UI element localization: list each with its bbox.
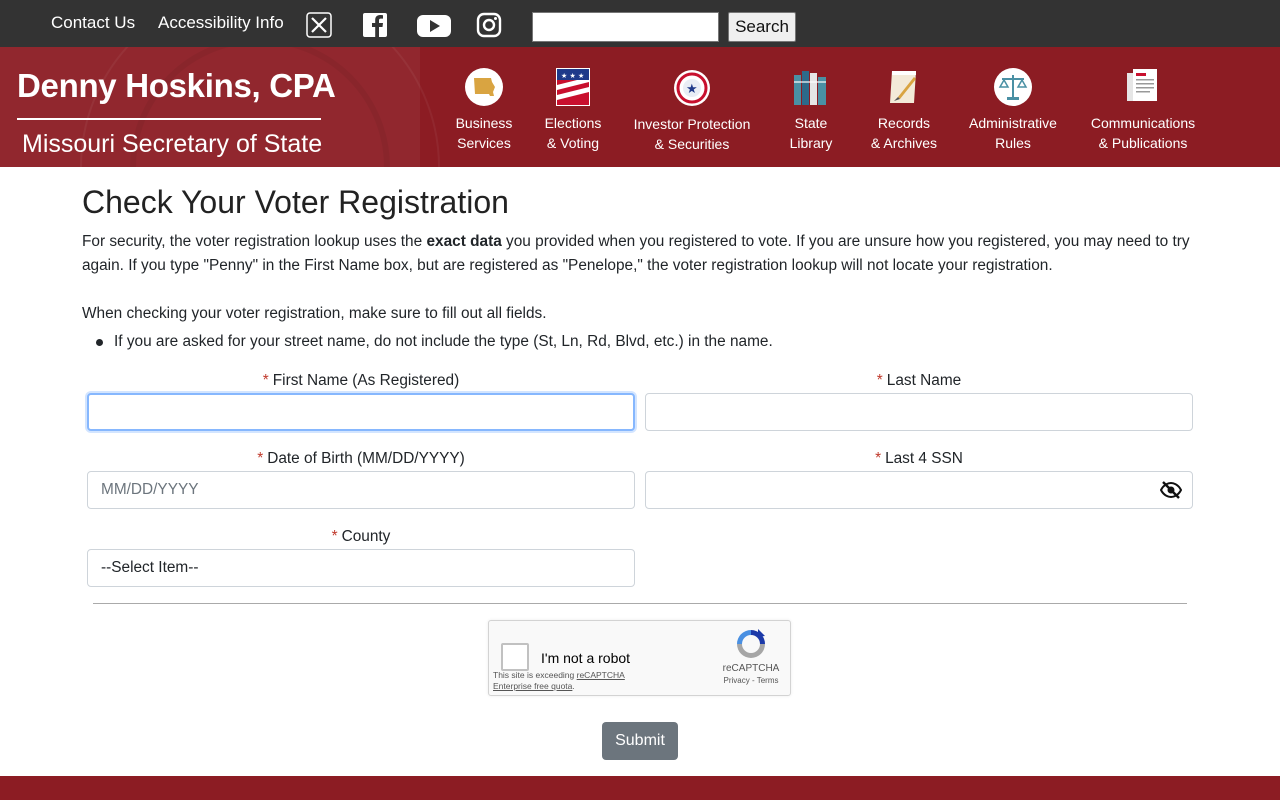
last-name-label: * Last Name [876,372,962,389]
submit-button[interactable]: Submit [602,722,678,760]
nav-state-library[interactable]: State Library [776,47,846,167]
bullet-dot [96,339,103,346]
flag-icon: ★ ★ ★ [556,68,590,106]
nav-elections-voting[interactable]: ★ ★ ★ Elections & Voting [533,47,613,167]
top-utility-bar: Contact Us Accessibility Info Search [0,0,1280,47]
search-button[interactable]: Search [728,12,796,42]
recaptcha-quota-warning: This site is exceeding reCAPTCHA Enterpr… [493,670,625,691]
scroll-quill-icon [890,71,916,103]
nav-label: Elections & Voting [544,115,602,151]
office-title[interactable]: Missouri Secretary of State [22,130,322,159]
missouri-map-icon [465,68,503,106]
first-name-input[interactable] [87,393,635,431]
nav-label: Communications & Publications [1090,115,1196,151]
last-name-input[interactable] [645,393,1193,431]
form-divider [93,603,1187,604]
recaptcha-label: I'm not a robot [541,650,631,666]
x-icon[interactable] [305,11,333,39]
ssn-label: * Last 4 SSN [875,450,963,467]
first-name-label: * First Name (As Registered) [262,372,460,389]
svg-text:★: ★ [686,82,698,97]
documents-icon [1127,69,1157,101]
fill-all-fields-note: When checking your voter registration, m… [82,305,547,322]
contact-us-link[interactable]: Contact Us [51,13,135,33]
shield-star-icon: ★ [674,70,710,106]
recaptcha-logo-icon [737,629,765,658]
nav-label: Investor Protection & Securities [633,116,751,152]
site-search-input[interactable] [532,12,719,42]
nav-label: Business Services [455,115,513,151]
eye-slash-icon[interactable] [1160,481,1182,499]
youtube-icon[interactable] [416,11,452,39]
county-select[interactable]: --Select Item-- [87,549,635,587]
site-header: Denny Hoskins, CPA Missouri Secretary of… [0,47,1280,167]
dob-input[interactable]: MM/DD/YYYY [87,471,635,509]
recaptcha-checkbox[interactable] [501,643,529,671]
recaptcha-terms-link[interactable]: Privacy - Terms [714,676,788,685]
nav-records-archives[interactable]: Records & Archives [864,47,944,167]
nav-label: State Library [789,115,833,151]
accessibility-info-link[interactable]: Accessibility Info [158,13,284,33]
scales-icon [994,68,1032,106]
site-footer [0,776,1280,800]
nav-communications-publications[interactable]: Communications & Publications [1085,47,1201,167]
nav-administrative-rules[interactable]: Administrative Rules [963,47,1063,167]
exact-data-emphasis: exact data [426,233,502,250]
dob-label: * Date of Birth (MM/DD/YYYY) [257,450,465,467]
county-label: * County [331,528,391,545]
instagram-icon[interactable] [475,11,503,39]
recaptcha-widget: I'm not a robot This site is exceeding r… [488,620,791,696]
page-title: Check Your Voter Registration [82,184,509,220]
dob-placeholder: MM/DD/YYYY [101,481,199,498]
nav-label: Administrative Rules [969,115,1057,151]
books-icon [794,71,826,105]
intro-paragraph: For security, the voter registration loo… [82,233,1190,274]
svg-text:★ ★ ★: ★ ★ ★ [561,72,584,80]
facebook-icon[interactable] [361,11,389,39]
official-name[interactable]: Denny Hoskins, CPA [17,67,336,105]
ssn-input[interactable] [645,471,1193,509]
nav-investor-protection[interactable]: ★ Investor Protection & Securities [628,47,756,167]
nav-business-services[interactable]: Business Services [444,47,524,167]
recaptcha-brand: reCAPTCHA [722,663,780,674]
nav-label: Records & Archives [870,115,938,151]
brand-divider [17,118,321,120]
